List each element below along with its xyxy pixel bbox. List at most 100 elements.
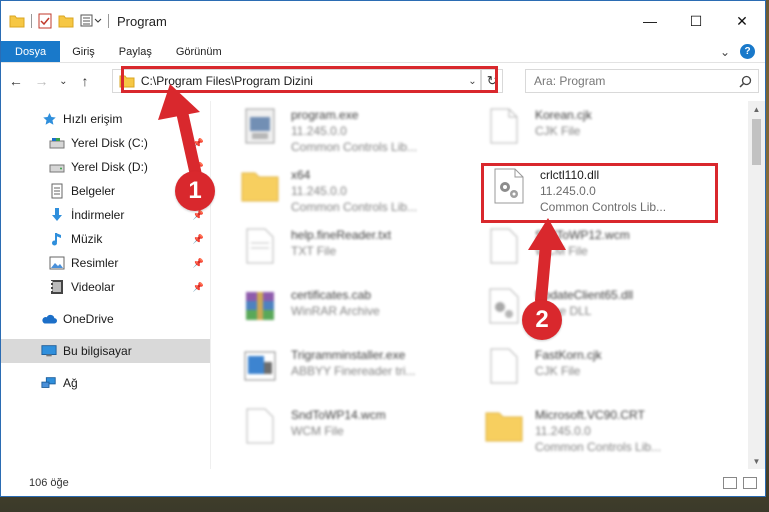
scrollbar-thumb[interactable] bbox=[752, 119, 761, 165]
sidebar-item-label: Bu bilgisayar bbox=[63, 344, 132, 358]
file-name: program.exe bbox=[291, 108, 359, 122]
address-dropdown-button[interactable]: ⌄ bbox=[464, 70, 480, 92]
video-icon bbox=[49, 279, 65, 295]
sidebar-item-this-pc[interactable]: Bu bilgisayar bbox=[1, 339, 210, 363]
file-description: Common Controls Lib... bbox=[535, 440, 662, 454]
sidebar-item-label: Ağ bbox=[63, 376, 78, 390]
address-path[interactable]: C:\Program Files\Program Dizini bbox=[141, 74, 313, 88]
sidebar-item-label: Yerel Disk (D:) bbox=[71, 160, 148, 174]
pictures-icon bbox=[49, 256, 65, 270]
star-icon bbox=[41, 112, 57, 127]
sidebar-item-label: Yerel Disk (C:) bbox=[71, 136, 148, 150]
window-title: Program bbox=[117, 13, 167, 29]
file-item[interactable]: SndToWP14.wcm WCM File bbox=[237, 403, 467, 463]
sidebar-item-pictures[interactable]: Resimler 📌 bbox=[1, 251, 210, 275]
blank-file-icon bbox=[481, 343, 527, 389]
forward-button[interactable]: → bbox=[33, 71, 51, 91]
file-item[interactable]: Korean.cjk CJK File bbox=[481, 103, 711, 163]
file-name: help.fineReader.txt bbox=[291, 228, 392, 242]
main-content: Hızlı erişim Yerel Disk (C:) 📌 Yerel Dis… bbox=[1, 101, 765, 469]
installer-icon bbox=[237, 343, 283, 389]
file-type: ABBYY Finereader tri... bbox=[291, 364, 416, 378]
file-item[interactable]: Microsoft.VC90.CRT 11.245.0.0 Common Con… bbox=[481, 403, 711, 463]
file-name: FastKorn.cjk bbox=[535, 348, 602, 362]
sidebar-item-onedrive[interactable]: OneDrive bbox=[1, 307, 210, 331]
new-folder-icon[interactable] bbox=[58, 14, 74, 28]
expand-ribbon-icon[interactable]: ⌄ bbox=[720, 45, 730, 59]
sidebar-item-music[interactable]: Müzik 📌 bbox=[1, 227, 210, 251]
explorer-window: Program — ☐ ✕ Dosya Giriş Paylaş Görünüm… bbox=[0, 0, 766, 497]
file-description: Common Controls Lib... bbox=[291, 140, 418, 154]
file-item[interactable]: FastKorn.cjk CJK File bbox=[481, 343, 711, 403]
pin-icon[interactable]: 📌 bbox=[193, 210, 204, 221]
help-icon[interactable]: ? bbox=[740, 44, 755, 59]
file-type: WCM File bbox=[291, 424, 344, 438]
navigation-pane: Hızlı erişim Yerel Disk (C:) 📌 Yerel Dis… bbox=[1, 101, 211, 469]
item-count: 106 öğe bbox=[29, 476, 69, 489]
network-icon bbox=[41, 376, 57, 390]
file-item[interactable]: certificates.cab WinRAR Archive bbox=[237, 283, 467, 343]
cloud-icon bbox=[41, 313, 57, 325]
annotation-badge-2: 2 bbox=[522, 300, 562, 340]
recent-locations-button[interactable]: ⌄ bbox=[58, 71, 68, 91]
properties-icon[interactable] bbox=[38, 13, 52, 29]
customize-toolbar-icon[interactable] bbox=[80, 14, 102, 28]
file-version: 11.245.0.0 bbox=[535, 424, 591, 438]
tab-paylas[interactable]: Paylaş bbox=[107, 41, 164, 62]
pin-icon[interactable]: 📌 bbox=[193, 258, 204, 269]
pin-icon[interactable]: 📌 bbox=[193, 234, 204, 245]
sidebar-item-label: Videolar bbox=[71, 280, 115, 294]
pin-icon[interactable]: 📌 bbox=[193, 138, 204, 149]
large-icons-view-icon[interactable] bbox=[743, 476, 757, 489]
address-bar[interactable]: C:\Program Files\Program Dizini ⌄ bbox=[111, 69, 482, 93]
vertical-scrollbar[interactable]: ▲ ▼ bbox=[748, 101, 765, 469]
file-type: CJK File bbox=[535, 124, 581, 138]
minimize-button[interactable]: — bbox=[627, 1, 673, 41]
search-placeholder[interactable]: Ara: Program bbox=[534, 74, 605, 88]
quick-access-toolbar bbox=[1, 13, 109, 29]
folder-icon bbox=[119, 74, 135, 88]
file-item[interactable]: Trigramminstaller.exe ABBYY Finereader t… bbox=[237, 343, 467, 403]
dll-gear-icon bbox=[481, 283, 527, 329]
file-name: SndToWP12.wcm bbox=[535, 228, 630, 242]
tab-giris[interactable]: Giriş bbox=[60, 41, 107, 62]
sidebar-item-network[interactable]: Ağ bbox=[1, 371, 210, 395]
file-list: program.exe 11.245.0.0 Common Controls L… bbox=[211, 101, 765, 469]
file-item[interactable]: SndToWP12.wcm WCM File bbox=[481, 223, 711, 283]
file-type: TXT File bbox=[291, 244, 337, 258]
computer-icon bbox=[41, 344, 57, 358]
drive-icon bbox=[49, 161, 65, 173]
close-button[interactable]: ✕ bbox=[719, 1, 765, 41]
search-icon[interactable] bbox=[739, 75, 752, 88]
scroll-up-button[interactable]: ▲ bbox=[748, 101, 765, 117]
back-button[interactable]: ← bbox=[7, 71, 25, 91]
highlight-box bbox=[481, 163, 718, 223]
tab-gorunum[interactable]: Görünüm bbox=[164, 41, 234, 62]
details-view-icon[interactable] bbox=[723, 476, 737, 489]
sidebar-item-local-disk-c[interactable]: Yerel Disk (C:) 📌 bbox=[1, 131, 210, 155]
file-item[interactable]: program.exe 11.245.0.0 Common Controls L… bbox=[237, 103, 467, 163]
pin-icon[interactable]: 📌 bbox=[193, 282, 204, 293]
divider bbox=[108, 14, 109, 28]
file-item[interactable]: help.fineReader.txt TXT File bbox=[237, 223, 467, 283]
maximize-button[interactable]: ☐ bbox=[673, 1, 719, 41]
search-box[interactable]: Ara: Program bbox=[525, 69, 759, 93]
sidebar-item-videos[interactable]: Videolar 📌 bbox=[1, 275, 210, 299]
scroll-down-button[interactable]: ▼ bbox=[748, 453, 765, 469]
refresh-button[interactable]: ↻ bbox=[481, 69, 504, 93]
tab-dosya[interactable]: Dosya bbox=[1, 41, 61, 62]
file-item[interactable]: UpdateClient65.dll Office DLL bbox=[481, 283, 711, 343]
sidebar-item-quick-access[interactable]: Hızlı erişim bbox=[1, 107, 210, 131]
file-item[interactable]: x64 11.245.0.0 Common Controls Lib... bbox=[237, 163, 467, 223]
drive-icon bbox=[49, 137, 65, 149]
file-name: Trigramminstaller.exe bbox=[291, 348, 406, 362]
folder-icon bbox=[9, 14, 25, 28]
sidebar-item-downloads[interactable]: İndirmeler 📌 bbox=[1, 203, 210, 227]
up-button[interactable]: ↑ bbox=[76, 71, 94, 91]
sidebar-item-label: Belgeler bbox=[71, 184, 116, 198]
sidebar-item-local-disk-d[interactable]: Yerel Disk (D:) 📌 bbox=[1, 155, 210, 179]
blank-file-icon bbox=[237, 403, 283, 449]
ribbon-right-controls: ⌄ ? bbox=[720, 41, 765, 62]
folder-icon bbox=[237, 163, 283, 209]
archive-icon bbox=[237, 283, 283, 329]
